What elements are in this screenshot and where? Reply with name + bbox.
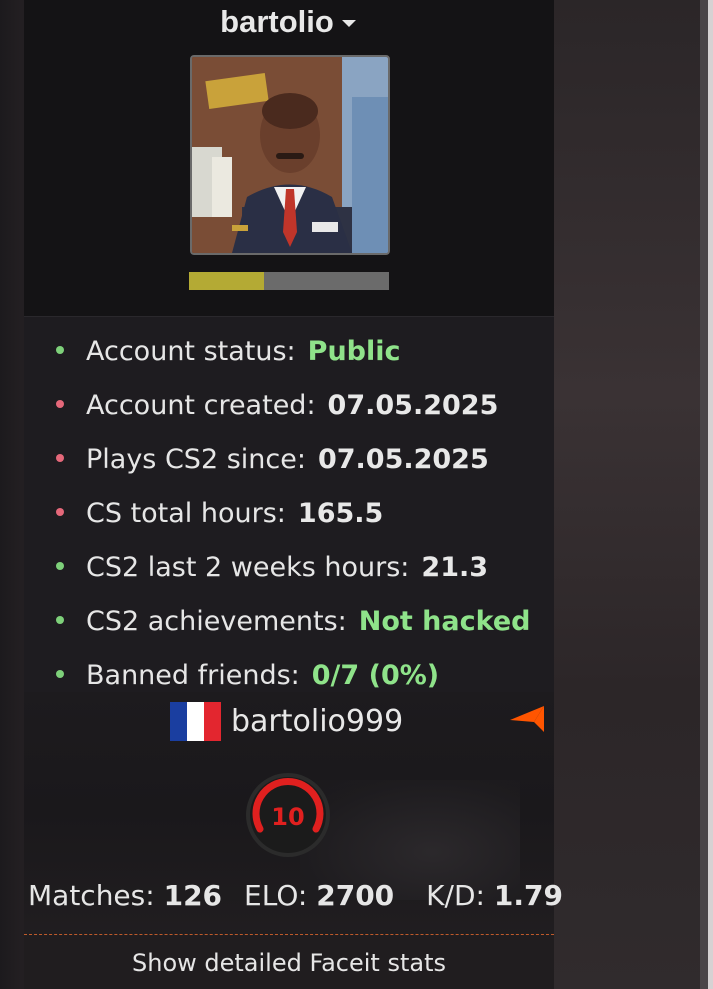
kd-value: 1.79: [493, 879, 563, 912]
stat-value: 0/7 (0%): [311, 660, 440, 691]
account-stats-list: Account status: Public Account created: 07…: [56, 332, 531, 710]
status-dot-icon: [56, 561, 64, 570]
list-item: CS2 achievements: Not hacked: [56, 602, 531, 656]
matches-label: Matches:: [28, 879, 155, 912]
elo-label: ELO:: [244, 879, 308, 912]
status-dot-icon: [56, 669, 64, 678]
stat-value: 07.05.2025: [317, 444, 489, 475]
elo-value: 2700: [316, 879, 395, 912]
status-dot-icon: [56, 615, 64, 624]
window-edge: [708, 0, 713, 989]
xp-progress-fill: [189, 272, 264, 290]
caret-down-icon: [341, 20, 356, 28]
stat-value: 21.3: [421, 552, 489, 583]
scrollbar-track[interactable]: [700, 0, 708, 989]
list-item: CS2 last 2 weeks hours: 21.3: [56, 548, 531, 602]
avatar[interactable]: [190, 55, 390, 255]
stat-label: Account status:: [86, 336, 296, 367]
stat-label: Plays CS2 since:: [86, 444, 306, 475]
list-item: Account status: Public: [56, 332, 531, 386]
avatar-image: [192, 57, 388, 253]
matches-stat: Matches: 126: [28, 876, 222, 916]
elo-stat: ELO: 2700: [244, 876, 394, 916]
kd-label: K/D:: [426, 879, 485, 912]
stat-value: Not hacked: [358, 606, 531, 637]
status-dot-icon: [56, 453, 64, 462]
kd-stat: K/D: 1.79: [426, 876, 563, 916]
xp-progress-bar: [189, 272, 389, 290]
faceit-stats-row: Matches: 126 ELO: 2700 K/D: 1.79: [28, 876, 563, 916]
faceit-level-text: 10: [271, 803, 304, 831]
flag-france-icon: [170, 702, 221, 741]
stat-value: Public: [307, 336, 401, 367]
status-dot-icon: [56, 507, 64, 516]
stat-value: 165.5: [297, 498, 384, 529]
faceit-divider: [24, 934, 554, 935]
list-item: Plays CS2 since: 07.05.2025: [56, 440, 531, 494]
stat-label: CS2 achievements:: [86, 606, 347, 637]
list-item: CS total hours: 165.5: [56, 494, 531, 548]
profile-username-dropdown[interactable]: bartolio: [0, 4, 576, 40]
stat-value: 07.05.2025: [327, 390, 499, 421]
stat-label: CS2 last 2 weeks hours:: [86, 552, 410, 583]
username-label: bartolio: [220, 4, 334, 39]
status-dot-icon: [56, 399, 64, 408]
matches-value: 126: [163, 879, 223, 912]
status-dot-icon: [56, 345, 64, 354]
background-right: [554, 0, 713, 989]
faceit-logo-icon[interactable]: [510, 706, 544, 732]
stat-label: Account created:: [86, 390, 316, 421]
show-faceit-stats-button[interactable]: Show detailed Faceit stats: [24, 936, 554, 989]
list-item: Account created: 07.05.2025: [56, 386, 531, 440]
faceit-nickname-link[interactable]: bartolio999: [231, 702, 403, 742]
stat-label: Banned friends:: [86, 660, 300, 691]
stat-label: CS total hours:: [86, 498, 286, 529]
faceit-level-badge-icon: 10: [246, 773, 330, 857]
